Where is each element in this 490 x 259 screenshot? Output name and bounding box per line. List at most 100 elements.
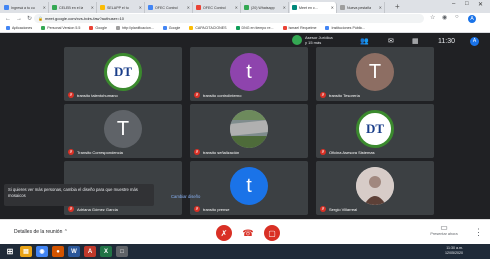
extension-icon-2[interactable]: ○ <box>455 14 459 20</box>
maximize-icon[interactable]: □ <box>465 1 469 7</box>
apps-icon[interactable]: ▦ <box>412 37 419 45</box>
tab-label: SELAPP el tu <box>107 5 129 10</box>
bookmark-item[interactable]: Personal Version 5.5 <box>41 26 80 30</box>
participant-name: transito Tesorería <box>329 92 360 98</box>
muted-mic-icon: ✗ <box>320 92 326 98</box>
bookmark-item[interactable]: Google <box>162 26 180 30</box>
lock-icon: 🔒 <box>38 16 43 21</box>
mic-off-button[interactable]: ✗ <box>216 225 232 241</box>
pdf-icon[interactable]: A <box>84 246 96 257</box>
tab-close-icon[interactable]: ✕ <box>42 5 46 10</box>
present-now-button[interactable]: ▭ Presentar ahora <box>424 223 464 236</box>
app-icon-grey[interactable]: □ <box>116 246 128 257</box>
tab-favicon-icon <box>196 5 201 10</box>
browser-tab[interactable]: Ingresá a tu cu ✕ <box>2 2 49 13</box>
bookmark-item[interactable]: CAPACITACIONES <box>189 26 227 30</box>
bookmark-icon <box>115 26 120 30</box>
word-icon[interactable]: W <box>68 246 80 257</box>
participant-tile[interactable]: T ✗ transito Tesorería <box>316 47 434 101</box>
bookmark-label: Google <box>95 26 107 30</box>
participant-tile[interactable]: t ✗ transito prense <box>190 161 308 215</box>
chat-icon[interactable]: ✉ <box>388 37 394 45</box>
participant-tile[interactable]: DT ✗ Oficina Asesora Sistemas <box>316 104 434 158</box>
participant-name-tag: ✗ transito controlinterno <box>194 92 241 98</box>
file-explorer-icon[interactable]: ▤ <box>20 246 32 257</box>
tab-close-icon[interactable]: ✕ <box>90 5 94 10</box>
bookmark-label: http://planificacion... <box>121 26 154 30</box>
browser-tab[interactable]: SELAPP el tu ✕ <box>98 2 145 13</box>
camera-off-button[interactable]: ▢ <box>264 225 280 241</box>
participant-name: Adriana Gómez García <box>77 206 118 212</box>
participant-tile[interactable]: DT ✗ transito talentohumano <box>64 47 182 101</box>
muted-mic-icon: ✗ <box>68 92 74 98</box>
tab-close-icon[interactable]: ✕ <box>378 5 382 10</box>
tab-favicon-icon <box>340 5 345 10</box>
participant-tile[interactable]: ✗ transito señalización <box>190 104 308 158</box>
tab-close-icon[interactable]: ✕ <box>138 5 142 10</box>
bookmark-label: Personal Version 5.5 <box>47 26 81 30</box>
participant-name-tag: ✗ transito Tesorería <box>320 92 360 98</box>
chrome-icon[interactable]: ◉ <box>36 246 48 257</box>
star-icon[interactable]: ☆ <box>430 14 435 21</box>
app-icon-orange[interactable]: ● <box>52 246 64 257</box>
bookmark-item[interactable]: http://planificacion... <box>115 26 154 30</box>
back-icon[interactable]: ← <box>5 16 11 22</box>
presenter-indicator[interactable]: Asesor Jurídica y 15 más <box>292 35 333 45</box>
profile-avatar[interactable]: A <box>468 15 476 23</box>
close-window-icon[interactable]: ✕ <box>478 1 483 8</box>
tab-label: Ingresá a tu cu <box>11 5 35 10</box>
tab-close-icon[interactable]: ✕ <box>282 5 286 10</box>
browser-tab[interactable]: (20) Whatsapp ✕ <box>242 2 289 13</box>
bookmark-item[interactable]: Google <box>89 26 107 30</box>
participant-initial-avatar: t <box>230 53 268 91</box>
windows-start-icon[interactable]: ⊞ <box>4 246 16 257</box>
more-options-icon[interactable]: ⋮ <box>474 227 483 238</box>
extension-icon[interactable]: ◉ <box>442 14 447 21</box>
tab-favicon-icon <box>244 5 249 10</box>
participant-name-tag: ✗ transito talentohumano <box>68 92 118 98</box>
participant-initial-avatar: t <box>230 167 268 205</box>
browser-toolbar: ← → ↻ 🔒 meet.google.com/xvs-bdrs-faw?aut… <box>0 13 490 24</box>
meeting-clock: 11:30 <box>438 38 455 45</box>
browser-tab[interactable]: OFEC Control ✕ <box>146 2 193 13</box>
meeting-details-button[interactable]: Detalles de la reunión ⌃ <box>14 229 68 235</box>
bookmarks-bar: Aplicaciones Personal Version 5.5 Google ht… <box>0 24 490 33</box>
participant-tile[interactable]: t ✗ transito controlinterno <box>190 47 308 101</box>
excel-icon[interactable]: X <box>100 246 112 257</box>
organization-logo-icon: DT <box>356 110 394 148</box>
browser-tab[interactable]: Nueva pestaña ✕ <box>338 2 385 13</box>
minimize-icon[interactable]: – <box>452 1 455 7</box>
participant-name: Oficina Asesora Sistemas <box>329 149 375 155</box>
bookmark-label: Ismael Requelme <box>288 26 317 30</box>
bookmark-item[interactable]: Ismael Requelme <box>282 26 317 30</box>
bookmark-label: Aplicaciones <box>12 26 33 30</box>
hang-up-button[interactable]: ☎ <box>240 225 256 241</box>
reload-icon[interactable]: ↻ <box>27 15 32 22</box>
participant-video <box>356 167 394 205</box>
tab-favicon-icon <box>52 5 57 10</box>
bookmark-item[interactable]: Instituciones Públic... <box>325 26 365 30</box>
people-icon[interactable]: 👥 <box>360 37 369 45</box>
self-avatar[interactable]: A <box>470 37 479 46</box>
browser-tab[interactable]: CELEB en el la ✕ <box>50 2 97 13</box>
system-tray-clock[interactable]: 11:30 a.m. 12/05/2020 <box>445 246 463 256</box>
tab-close-icon[interactable]: ✕ <box>186 5 190 10</box>
browser-tab[interactable]: Meet en c... ✕ <box>290 2 337 13</box>
address-bar[interactable]: 🔒 meet.google.com/xvs-bdrs-faw?authuser=… <box>34 14 424 23</box>
bookmark-item[interactable]: Aplicaciones <box>6 26 32 30</box>
forward-icon[interactable]: → <box>16 16 22 22</box>
tab-close-icon[interactable]: ✕ <box>330 5 334 10</box>
present-screen-icon: ▭ <box>440 223 448 232</box>
browser-tab-strip: Ingresá a tu cu ✕ CELEB en el la ✕ SELAPP el… <box>0 0 490 13</box>
participant-photo <box>230 110 268 148</box>
tab-favicon-icon <box>4 5 9 10</box>
change-layout-button[interactable]: Cambiar diseño <box>171 194 200 199</box>
participant-tile[interactable]: T ✗ Transito Correspondencia <box>64 104 182 158</box>
bookmark-item[interactable]: DNG en tiempo re... <box>235 26 274 30</box>
new-tab-button[interactable]: + <box>395 2 400 11</box>
tab-favicon-icon <box>292 5 297 10</box>
browser-tab[interactable]: OFEC Control ✕ <box>194 2 241 13</box>
participant-tile[interactable]: ✗ Sergio Villarreal <box>316 161 434 215</box>
tray-date: 12/05/2020 <box>445 251 463 255</box>
tab-close-icon[interactable]: ✕ <box>234 5 238 10</box>
